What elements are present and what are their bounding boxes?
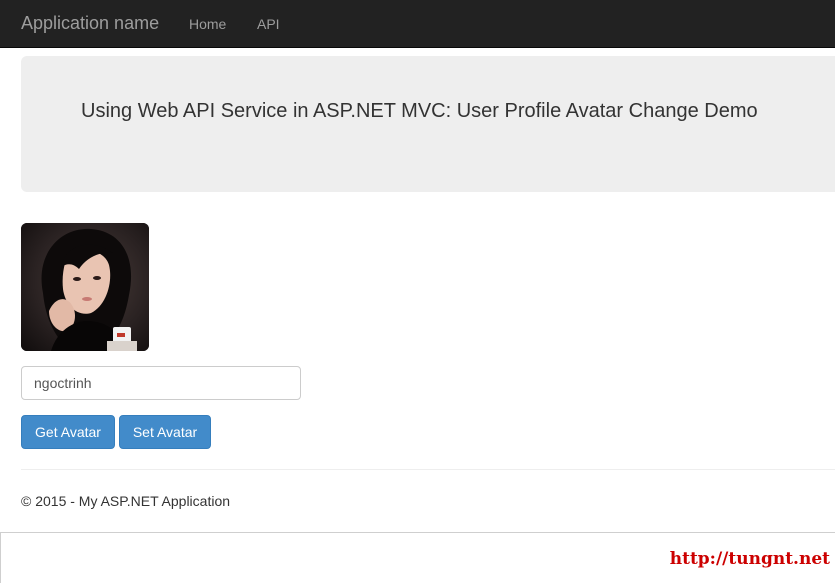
footer-divider bbox=[21, 469, 835, 470]
brand-link[interactable]: Application name bbox=[21, 12, 159, 34]
jumbotron: Using Web API Service in ASP.NET MVC: Us… bbox=[21, 56, 835, 192]
set-avatar-button[interactable]: Set Avatar bbox=[119, 415, 211, 449]
username-input[interactable] bbox=[21, 366, 301, 400]
top-navbar: Application name Home API bbox=[0, 0, 835, 48]
nav-link-home[interactable]: Home bbox=[189, 15, 226, 33]
avatar-photo-icon bbox=[21, 223, 149, 351]
footer-copyright: © 2015 - My ASP.NET Application bbox=[21, 493, 231, 509]
watermark-text: http://tungnt.net bbox=[669, 549, 830, 569]
get-avatar-button[interactable]: Get Avatar bbox=[21, 415, 115, 449]
avatar-image bbox=[21, 223, 149, 351]
page-title: Using Web API Service in ASP.NET MVC: Us… bbox=[81, 100, 758, 122]
nav-link-api[interactable]: API bbox=[257, 15, 280, 33]
